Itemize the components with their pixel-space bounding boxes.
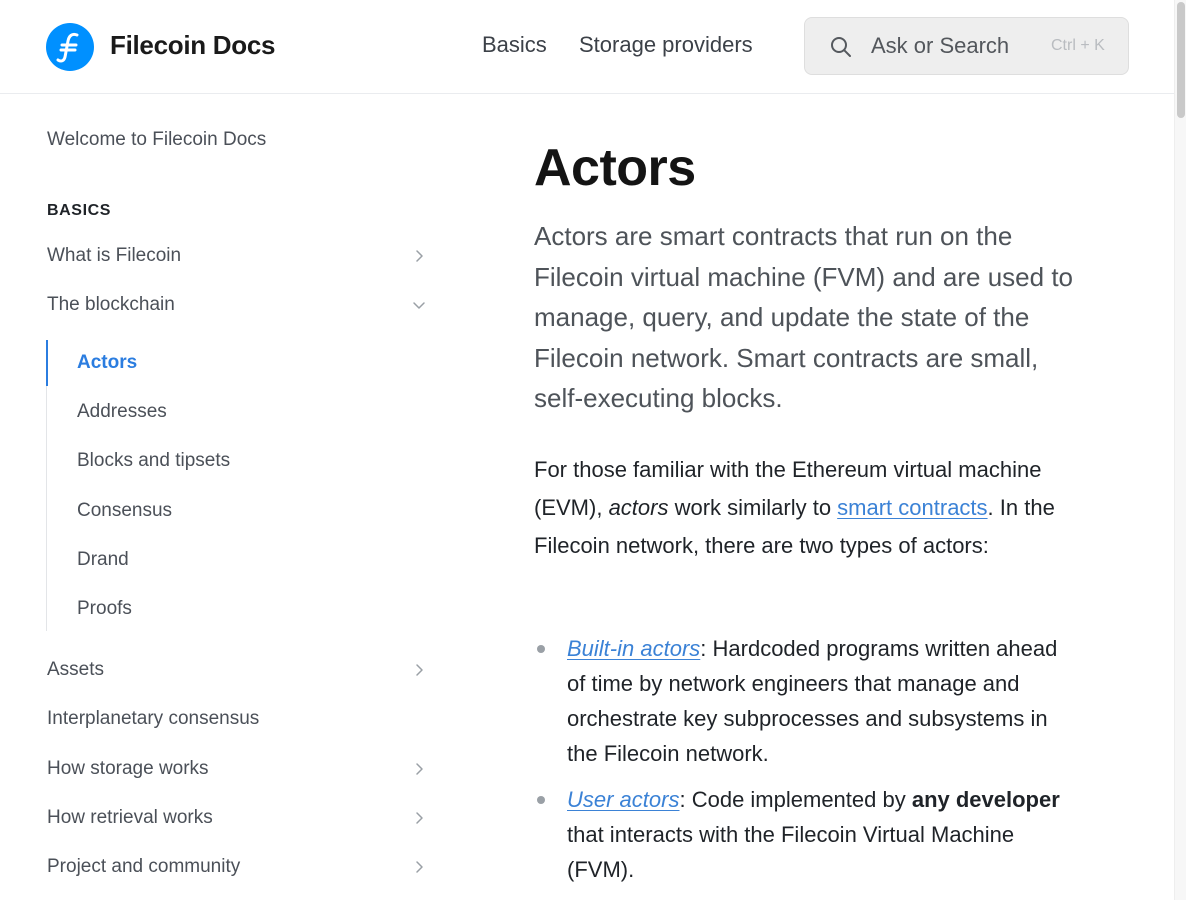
built-in-actors-link[interactable]: Built-in actors xyxy=(567,636,700,661)
sidebar-item-proofs[interactable]: Proofs xyxy=(77,598,132,620)
list-item-text: that interacts with the Filecoin Virtual… xyxy=(567,822,1015,882)
para-text: work similarly to xyxy=(668,495,838,520)
page-scrollbar[interactable] xyxy=(1174,0,1186,900)
nav-link-basics[interactable]: Basics xyxy=(482,32,547,58)
search-placeholder: Ask or Search xyxy=(871,33,1010,58)
sidebar-item-what-is-filecoin[interactable]: What is Filecoin xyxy=(47,245,181,267)
user-actors-link[interactable]: User actors xyxy=(567,787,679,812)
top-header: Filecoin Docs Basics Storage providers A… xyxy=(0,0,1174,94)
site-title[interactable]: Filecoin Docs xyxy=(110,30,275,61)
list-item-bold: any developer xyxy=(911,787,1060,812)
page-lead: Actors are smart contracts that run on t… xyxy=(534,221,1074,414)
list-item-text: : Code implemented by xyxy=(679,787,912,812)
bullet-icon xyxy=(537,645,545,653)
sidebar-item-assets[interactable]: Assets xyxy=(47,659,104,681)
para-emphasis: actors xyxy=(608,495,669,520)
nav-link-storage-providers[interactable]: Storage providers xyxy=(579,32,753,58)
sidebar-item-addresses[interactable]: Addresses xyxy=(77,401,167,423)
list-item: User actors: Code implemented by any dev… xyxy=(534,782,1074,887)
sidebar-item-consensus[interactable]: Consensus xyxy=(77,500,172,522)
search-shortcut: Ctrl + K xyxy=(1051,37,1105,54)
sidebar-section-heading: BASICS xyxy=(47,202,112,219)
sidebar-item-interplanetary-consensus[interactable]: Interplanetary consensus xyxy=(47,708,259,730)
sidebar-item-how-storage-works[interactable]: How storage works xyxy=(47,758,209,780)
chevron-right-icon[interactable] xyxy=(410,760,428,778)
search-box[interactable]: Ask or Search Ctrl + K xyxy=(804,17,1129,75)
chevron-right-icon[interactable] xyxy=(410,661,428,679)
smart-contracts-link[interactable]: smart contracts xyxy=(837,495,987,520)
sidebar-item-drand[interactable]: Drand xyxy=(77,549,129,571)
active-indicator xyxy=(46,340,48,386)
actor-types-list: Built-in actors: Hardcoded programs writ… xyxy=(534,631,1074,898)
search-icon xyxy=(831,37,851,57)
list-item: Built-in actors: Hardcoded programs writ… xyxy=(534,631,1074,771)
chevron-right-icon[interactable] xyxy=(410,809,428,827)
sidebar-item-actors[interactable]: Actors xyxy=(77,352,137,374)
filecoin-logo-icon[interactable] xyxy=(46,23,94,71)
bullet-icon xyxy=(537,796,545,804)
page-title: Actors xyxy=(534,139,696,197)
scrollbar-thumb[interactable] xyxy=(1177,2,1185,118)
chevron-right-icon[interactable] xyxy=(410,247,428,265)
sidebar-item-blocks-and-tipsets[interactable]: Blocks and tipsets xyxy=(77,450,230,472)
sidebar-item-the-blockchain[interactable]: The blockchain xyxy=(47,294,175,316)
sidebar-item-project-and-community[interactable]: Project and community xyxy=(47,856,240,878)
chevron-right-icon[interactable] xyxy=(410,858,428,876)
intro-paragraph: For those familiar with the Ethereum vir… xyxy=(534,451,1074,565)
sidebar-item-how-retrieval-works[interactable]: How retrieval works xyxy=(47,807,213,829)
chevron-down-icon[interactable] xyxy=(410,296,428,314)
sidebar-item-welcome[interactable]: Welcome to Filecoin Docs xyxy=(47,129,266,151)
